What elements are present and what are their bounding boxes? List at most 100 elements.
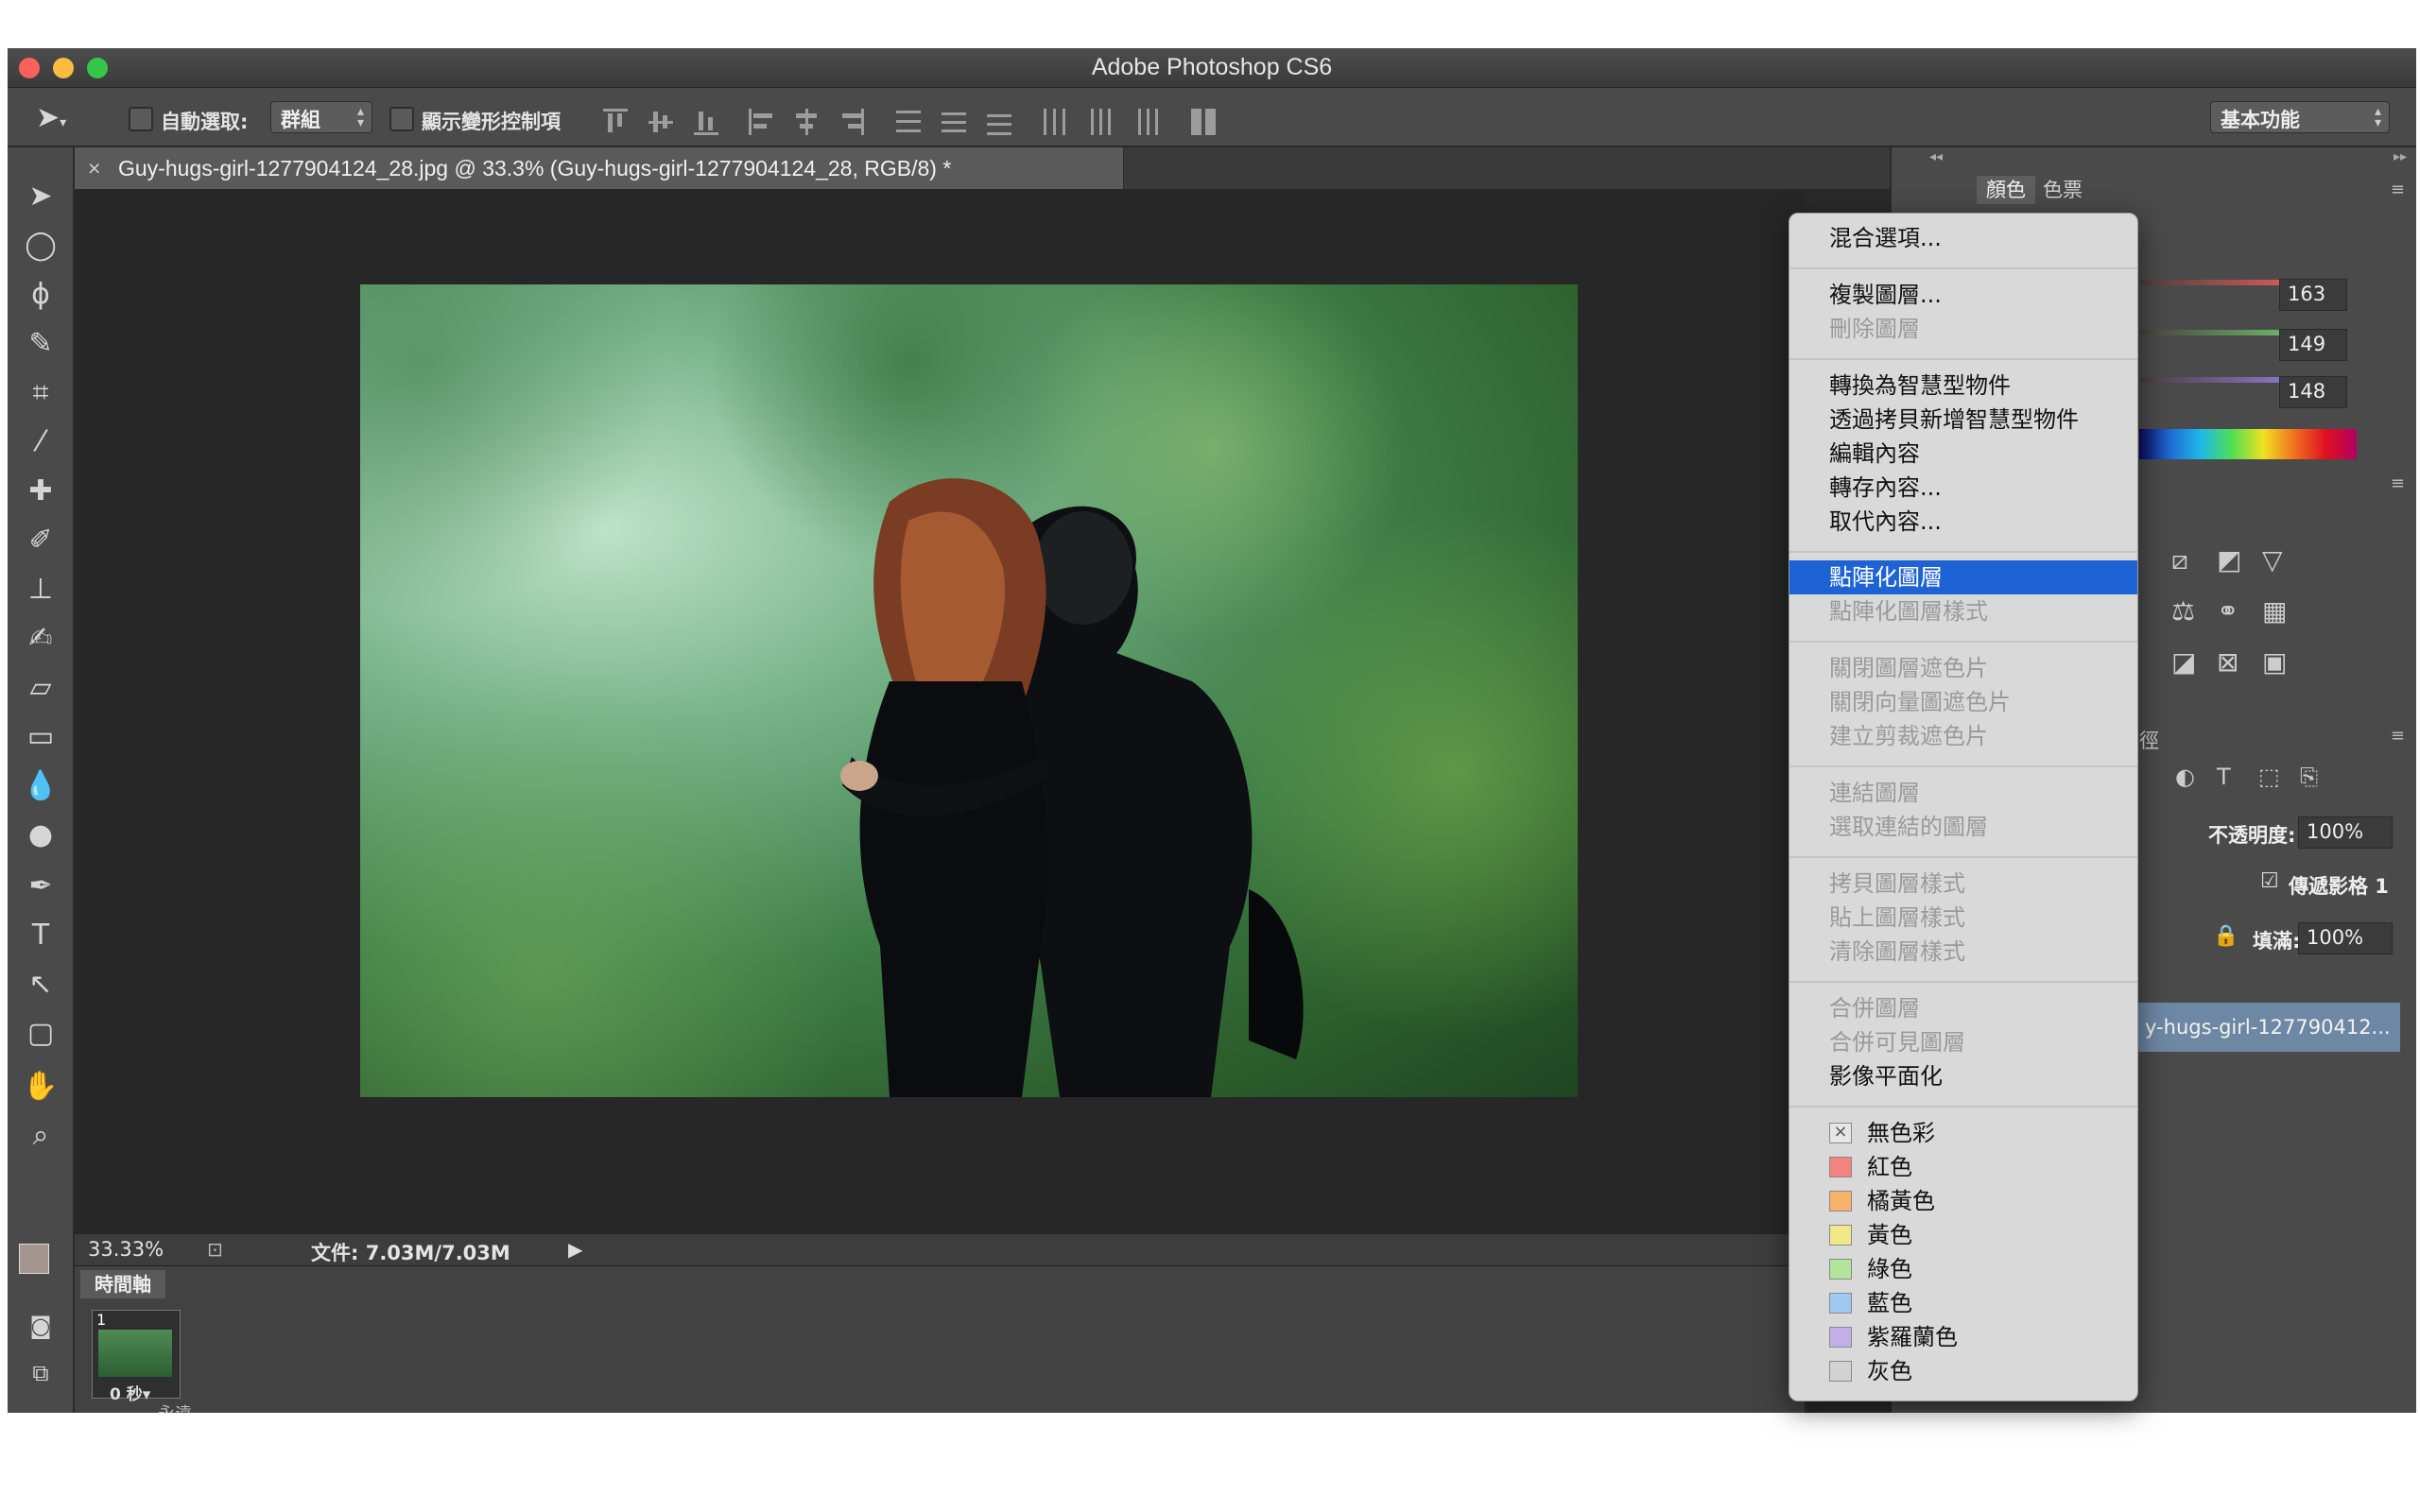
menu-item-flatten-image[interactable]: 影像平面化 — [1789, 1059, 2137, 1093]
hand-tool-icon[interactable]: ✋ — [17, 1066, 64, 1108]
menu-item-edit-contents[interactable]: 編輯內容 — [1789, 437, 2137, 471]
align-left-icon[interactable] — [749, 109, 773, 135]
opacity-value[interactable]: 100% — [2298, 816, 2393, 849]
quick-selection-tool-icon[interactable]: ✎ — [17, 323, 64, 365]
menu-item-blending-options[interactable]: 混合選項... — [1789, 221, 2137, 255]
fill-value[interactable]: 100% — [2298, 922, 2393, 954]
menu-item-delete-layer[interactable]: 刪除圖層 — [1789, 312, 2137, 346]
selective-color-adjustment-icon[interactable]: ▣ — [2262, 646, 2287, 678]
color-lookup-adjustment-icon[interactable]: ▦ — [2262, 595, 2287, 627]
move-tool-icon[interactable]: ➤ — [17, 176, 64, 217]
menu-item-disable-vector-mask[interactable]: 關閉向量圖遮色片 — [1789, 685, 2137, 719]
menu-item-create-clipping-mask[interactable]: 建立剪裁遮色片 — [1789, 719, 2137, 753]
menu-item-link-layers[interactable]: 連結圖層 — [1789, 776, 2137, 810]
color-ramp[interactable] — [2139, 429, 2357, 459]
blue-value[interactable]: 148 — [2279, 376, 2347, 408]
posterize-adjustment-icon[interactable]: ◪ — [2171, 646, 2196, 678]
menu-item-duplicate-layer[interactable]: 複製圖層... — [1789, 278, 2137, 312]
tab-paths-partial[interactable]: 徑 — [2139, 726, 2159, 754]
threshold-adjustment-icon[interactable]: ⊠ — [2217, 646, 2238, 678]
pen-tool-icon[interactable]: ✒ — [17, 866, 64, 907]
clone-stamp-tool-icon[interactable]: ⊥ — [17, 569, 64, 610]
status-menu-arrow-icon[interactable]: ▶ — [568, 1238, 582, 1261]
history-brush-tool-icon[interactable]: ✍ — [17, 618, 64, 660]
brush-tool-icon[interactable]: ✐ — [17, 520, 64, 561]
menu-item-color-red[interactable]: 紅色 — [1789, 1150, 2137, 1184]
tab-swatches[interactable]: 色票 — [2033, 176, 2092, 204]
menu-item-color-green[interactable]: 綠色 — [1789, 1252, 2137, 1286]
menu-item-color-gray[interactable]: 灰色 — [1789, 1354, 2137, 1388]
healing-brush-tool-icon[interactable]: ✚ — [17, 471, 64, 512]
path-selection-tool-icon[interactable]: ↖ — [17, 964, 64, 1005]
auto-align-layers-icon[interactable] — [1191, 109, 1216, 135]
blur-tool-icon[interactable]: 💧 — [17, 765, 64, 807]
lock-icon[interactable]: 🔒 — [2213, 924, 2238, 948]
gradient-tool-icon[interactable]: ▭ — [17, 716, 64, 758]
collapse-icon[interactable]: ◂◂ — [1929, 149, 1943, 164]
align-horizontal-center-icon[interactable] — [794, 109, 819, 135]
eraser-tool-icon[interactable]: ▱ — [17, 667, 64, 709]
document-tab[interactable]: × Guy-hugs-girl-1277904124_28.jpg @ 33.3… — [75, 147, 1124, 189]
curves-adjustment-icon[interactable]: ⧄ — [2171, 544, 2188, 576]
menu-item-copy-layer-style[interactable]: 拷貝圖層樣式 — [1789, 867, 2137, 901]
dodge-tool-icon[interactable]: ● — [17, 815, 64, 856]
quick-mask-icon[interactable]: ◙ — [17, 1305, 64, 1347]
color-balance-adjustment-icon[interactable]: ⚖ — [2171, 595, 2195, 627]
menu-item-color-orange[interactable]: 橘黃色 — [1789, 1184, 2137, 1218]
menu-item-paste-layer-style[interactable]: 貼上圖層樣式 — [1789, 901, 2137, 935]
align-vertical-center-icon[interactable] — [648, 109, 673, 135]
workspace-dropdown[interactable]: 基本功能 ▴ ▾ — [2210, 101, 2390, 133]
zoom-tool-icon[interactable]: ⌕ — [17, 1115, 64, 1157]
distribute-bottom-icon[interactable] — [987, 109, 1011, 135]
menu-item-replace-contents[interactable]: 取代內容... — [1789, 505, 2137, 539]
menu-item-merge-layers[interactable]: 合併圖層 — [1789, 991, 2137, 1025]
layers-menu-icon[interactable]: ≡ — [2391, 726, 2405, 746]
menu-item-color-none[interactable]: × 無色彩 — [1789, 1116, 2137, 1150]
green-value[interactable]: 149 — [2279, 329, 2347, 361]
foreground-color-swatch[interactable] — [19, 1244, 49, 1274]
filter-type-icon[interactable]: T — [2217, 764, 2231, 790]
propagate-checkbox[interactable]: ☑ — [2260, 869, 2279, 893]
distribute-horizontal-center-icon[interactable] — [1087, 109, 1112, 135]
rectangle-tool-icon[interactable]: ▢ — [17, 1013, 64, 1055]
menu-item-convert-to-smart-object[interactable]: 轉換為智慧型物件 — [1789, 369, 2137, 403]
export-icon[interactable]: ⊡ — [207, 1238, 223, 1261]
menu-item-disable-layer-mask[interactable]: 關閉圖層遮色片 — [1789, 651, 2137, 685]
distribute-right-icon[interactable] — [1132, 109, 1158, 135]
menu-item-color-blue[interactable]: 藍色 — [1789, 1286, 2137, 1320]
auto-select-checkbox[interactable] — [129, 107, 153, 131]
menu-item-export-contents[interactable]: 轉存內容... — [1789, 471, 2137, 505]
zoom-level[interactable]: 33.33% — [88, 1238, 164, 1261]
tab-color[interactable]: 顏色 — [1977, 176, 2035, 204]
loop-options[interactable]: 永遠 — [158, 1400, 192, 1413]
menu-item-color-violet[interactable]: 紫羅蘭色 — [1789, 1320, 2137, 1354]
screen-mode-icon[interactable]: ⧉ — [17, 1352, 64, 1394]
menu-item-rasterize-layer-style[interactable]: 點陣化圖層樣式 — [1789, 594, 2137, 628]
layer-row-selected[interactable]: y-hugs-girl-127790412... — [2135, 1003, 2400, 1052]
show-transform-checkbox[interactable] — [389, 107, 414, 131]
menu-item-merge-visible[interactable]: 合併可見圖層 — [1789, 1025, 2137, 1059]
filter-adjustment-icon[interactable]: ◐ — [2175, 764, 2195, 790]
auto-select-dropdown[interactable]: 群組 ▴ ▾ — [270, 101, 372, 133]
adjustments-menu-icon[interactable]: ≡ — [2391, 473, 2405, 493]
distribute-top-icon[interactable] — [896, 109, 921, 135]
marquee-tool-icon[interactable]: ◯ — [17, 225, 64, 266]
distribute-left-icon[interactable] — [1042, 109, 1066, 135]
menu-item-select-linked-layers[interactable]: 選取連結的圖層 — [1789, 810, 2137, 844]
animation-frame[interactable]: 1 0 秒▾ — [92, 1310, 181, 1404]
close-tab-icon[interactable]: × — [88, 147, 100, 189]
align-bottom-icon[interactable] — [694, 109, 718, 135]
menu-item-rasterize-layer[interactable]: 點陣化圖層 — [1789, 560, 2137, 594]
channel-mixer-adjustment-icon[interactable]: ⚭ — [2217, 595, 2238, 627]
red-value[interactable]: 163 — [2279, 279, 2347, 311]
menu-item-new-smart-object-via-copy[interactable]: 透過拷貝新增智慧型物件 — [1789, 403, 2137, 437]
menu-item-clear-layer-style[interactable]: 清除圖層樣式 — [1789, 935, 2137, 969]
align-right-icon[interactable] — [839, 109, 864, 135]
filter-shape-icon[interactable]: ⬚ — [2258, 764, 2280, 790]
frame-delay[interactable]: 0 秒▾ — [110, 1381, 150, 1404]
expand-icon[interactable]: ▸▸ — [2394, 149, 2407, 164]
exposure-adjustment-icon[interactable]: ◩ — [2217, 544, 2241, 576]
distribute-vertical-center-icon[interactable] — [942, 109, 966, 135]
crop-tool-icon[interactable]: ⌗ — [17, 372, 64, 414]
menu-item-color-yellow[interactable]: 黃色 — [1789, 1218, 2137, 1252]
